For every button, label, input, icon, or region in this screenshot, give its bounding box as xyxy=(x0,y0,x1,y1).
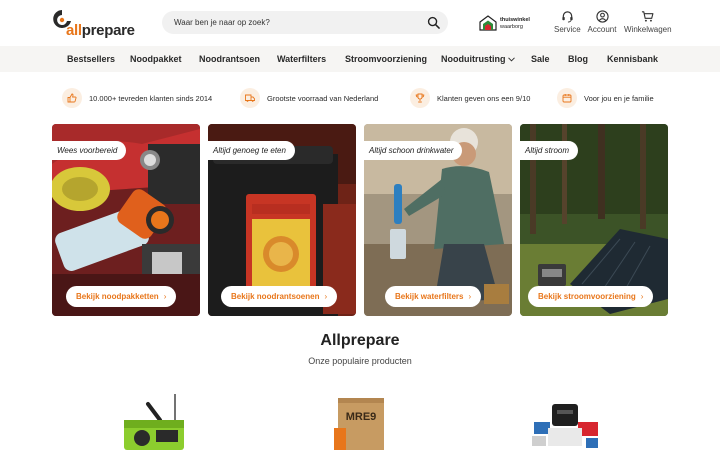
nav-item-nooduitrusting-label: Nooduitrusting xyxy=(441,54,506,64)
cta-label: Bekijk stroomvoorziening xyxy=(538,292,636,301)
chevron-right-icon: › xyxy=(163,292,167,301)
category-tag: Altijd genoeg te eten xyxy=(208,141,295,160)
cta-label: Bekijk waterfilters xyxy=(395,292,464,301)
nav-item-waterfilters[interactable]: Waterfilters xyxy=(277,54,326,64)
usp-icon-badge xyxy=(410,88,430,108)
chevron-right-icon: › xyxy=(468,292,472,301)
site-header: allprepare thuiswinkel waarborg Service xyxy=(0,0,720,46)
service-button[interactable]: Service xyxy=(554,10,581,36)
mre-box-label: MRE9 xyxy=(346,411,377,423)
headset-icon xyxy=(561,11,573,23)
category-card-noodrantsoen[interactable]: Altijd genoeg te eten Bekijk noodrantsoe… xyxy=(208,124,356,316)
cta-label: Bekijk noodrantsoenen xyxy=(231,292,320,301)
cart-button[interactable]: Winkelwagen xyxy=(624,10,672,36)
thuiswinkel-house-icon xyxy=(479,15,497,31)
crank-radio-product-image[interactable] xyxy=(120,392,186,450)
usp-text: Klanten geven ons een 9/10 xyxy=(437,94,531,103)
trophy-icon xyxy=(415,93,425,103)
allprepare-logo[interactable]: allprepare xyxy=(52,9,135,39)
usp-text: Voor jou en je familie xyxy=(584,94,654,103)
nav-item-noodrantsoen[interactable]: Noodrantsoen xyxy=(199,54,260,64)
cta-label: Bekijk noodpakketten xyxy=(76,292,159,301)
mre-box-product-image[interactable]: MRE9 xyxy=(334,392,386,450)
chevron-right-icon: › xyxy=(324,292,328,301)
chevron-right-icon: › xyxy=(640,292,644,301)
thuiswinkel-waarborg-badge[interactable]: thuiswinkel waarborg xyxy=(479,13,534,33)
search-icon[interactable] xyxy=(427,16,440,29)
trust-badge-line1: thuiswinkel xyxy=(500,17,530,23)
nav-item-sale[interactable]: Sale xyxy=(531,54,550,64)
cart-icon xyxy=(641,11,653,22)
nav-item-kennisbank[interactable]: Kennisbank xyxy=(607,54,658,64)
truck-icon xyxy=(245,94,255,102)
view-waterfilters-button[interactable]: Bekijk waterfilters › xyxy=(385,286,482,307)
trust-badge-line2: waarborg xyxy=(500,24,523,30)
view-noodrantsoenen-button[interactable]: Bekijk noodrantsoenen › xyxy=(221,286,338,307)
logo-text: allprepare xyxy=(66,23,135,39)
usp-text: Grootste voorraad van Nederland xyxy=(267,94,379,103)
category-tag: Altijd stroom xyxy=(520,141,579,160)
emergency-kit-product-image[interactable] xyxy=(530,392,602,450)
category-card-noodpakket[interactable]: Wees voorbereid Bekijk noodpakketten › xyxy=(52,124,200,316)
search-bar xyxy=(162,11,448,34)
view-noodpakketten-button[interactable]: Bekijk noodpakketten › xyxy=(66,286,177,307)
usp-icon-badge xyxy=(557,88,577,108)
category-tag: Altijd schoon drinkwater xyxy=(364,141,463,160)
thumbs-up-icon xyxy=(67,93,77,103)
cart-label: Winkelwagen xyxy=(624,25,672,34)
user-icon xyxy=(595,10,609,23)
nav-item-stroomvoorziening[interactable]: Stroomvoorziening xyxy=(345,54,427,64)
nav-item-bestsellers[interactable]: Bestsellers xyxy=(67,54,115,64)
section-title: Allprepare xyxy=(320,332,400,349)
chevron-down-icon xyxy=(507,57,515,62)
nav-item-noodpakket[interactable]: Noodpakket xyxy=(130,54,182,64)
account-button[interactable]: Account xyxy=(587,10,617,36)
view-stroomvoorziening-button[interactable]: Bekijk stroomvoorziening › xyxy=(528,286,654,307)
category-tag: Wees voorbereid xyxy=(52,141,127,160)
usp-icon-badge xyxy=(62,88,82,108)
logo-text-suffix: prepare xyxy=(81,22,135,39)
category-card-stroomvoorziening[interactable]: Altijd stroom Bekijk stroomvoorziening › xyxy=(520,124,668,316)
logo-text-prefix: all xyxy=(66,22,82,39)
usp-icon-badge xyxy=(240,88,260,108)
usp-text: 10.000+ tevreden klanten sinds 2014 xyxy=(89,94,213,103)
service-label: Service xyxy=(554,25,581,34)
main-navigation: Bestsellers Noodpakket Noodrantsoen Wate… xyxy=(0,46,720,72)
section-subtitle: Onze populaire producten xyxy=(308,356,412,366)
nav-item-nooduitrusting[interactable]: Nooduitrusting xyxy=(441,54,515,64)
nav-item-blog[interactable]: Blog xyxy=(568,54,588,64)
account-label: Account xyxy=(587,25,617,34)
search-input[interactable] xyxy=(162,11,422,34)
calendar-icon xyxy=(562,94,572,103)
category-card-waterfilters[interactable]: Altijd schoon drinkwater Bekijk waterfil… xyxy=(364,124,512,316)
